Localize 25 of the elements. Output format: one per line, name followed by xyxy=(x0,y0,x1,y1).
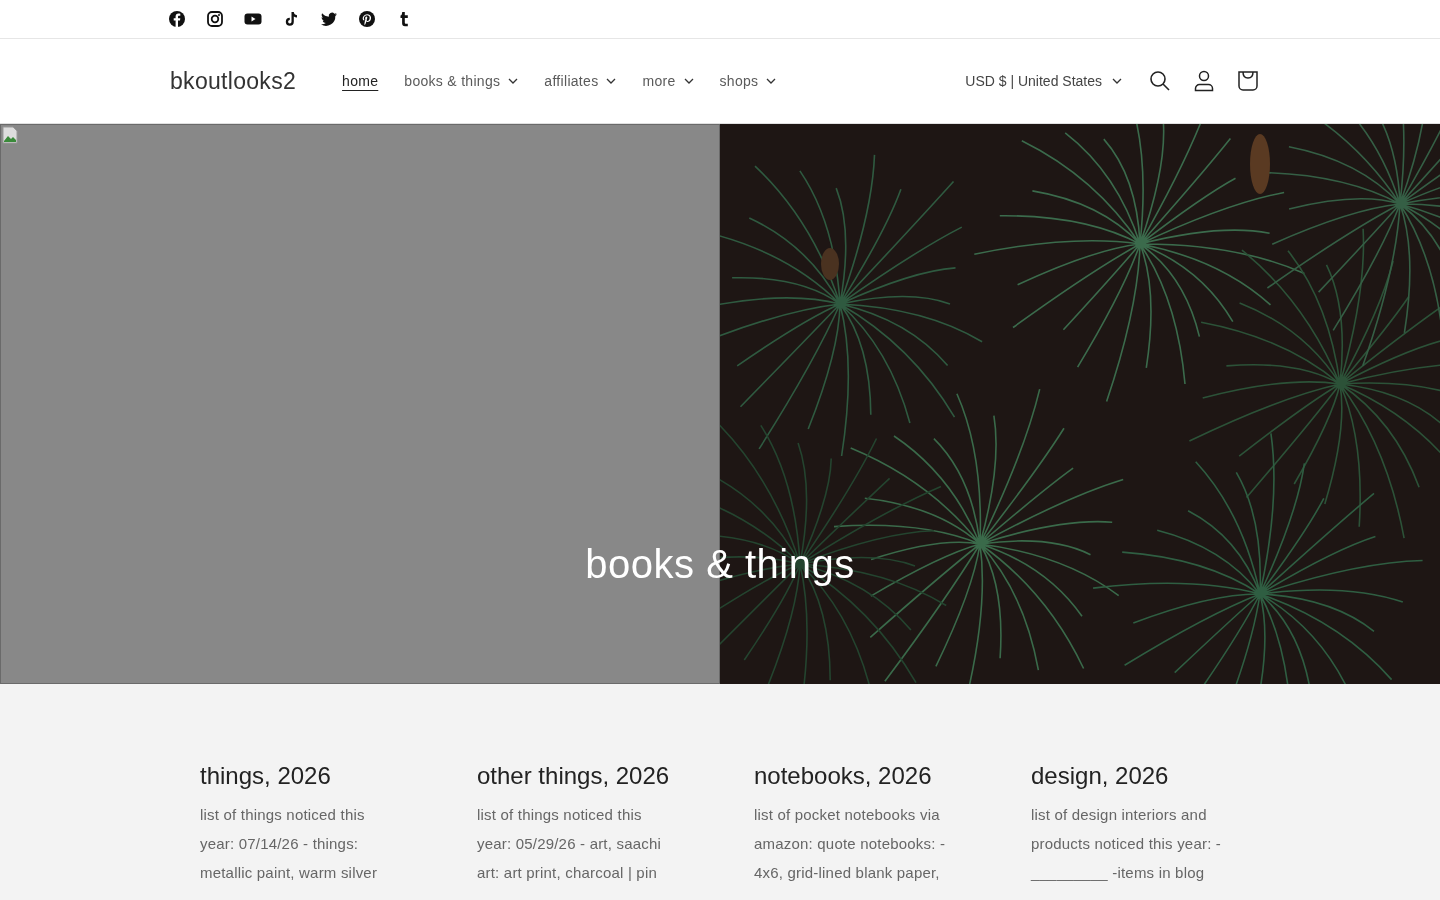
instagram-icon[interactable] xyxy=(206,10,224,28)
bird-icon[interactable] xyxy=(320,10,338,28)
nav-link[interactable]: home xyxy=(330,65,391,97)
post-title[interactable]: things, 2026 xyxy=(200,762,331,789)
nav-link[interactable]: affiliates xyxy=(532,65,629,97)
search-icon[interactable] xyxy=(1149,70,1171,92)
post-title[interactable]: other things, 2026 xyxy=(477,762,670,789)
account-icon[interactable] xyxy=(1194,70,1214,92)
store-logo[interactable]: bkoutlooks2 xyxy=(170,67,297,95)
post-excerpt: list of things noticed this year: 07/14/26 - things: metallic paint, warm silver xyxy=(200,805,379,883)
post-title[interactable]: notebooks, 2026 xyxy=(754,762,932,789)
facebook-icon[interactable] xyxy=(168,10,186,28)
pin-icon[interactable] xyxy=(358,10,376,28)
currency-selector[interactable]: USD $ | United States xyxy=(965,73,1122,89)
post-excerpt: list of things noticed this year: 05/29/26 - art, saachi art: art print, charcoal | pin xyxy=(477,805,663,883)
chevron-down-icon xyxy=(1112,78,1122,84)
nav-link[interactable]: shops xyxy=(707,65,789,97)
nav-link[interactable]: more xyxy=(630,65,706,97)
post-title[interactable]: design, 2026 xyxy=(1031,762,1169,789)
nav-link[interactable]: books & things xyxy=(392,65,531,97)
post-excerpt: list of design interiors and products noticed this year: - _________ -items in blog xyxy=(1031,805,1223,883)
hero-heading: books & things xyxy=(585,542,855,586)
broken-image-icon xyxy=(2,126,18,144)
post-excerpt: list of pocket notebooks via amazon: quote notebooks: - 4x6, grid-lined blank paper, xyxy=(754,805,946,883)
shopping-bag-icon[interactable] xyxy=(1237,70,1259,92)
